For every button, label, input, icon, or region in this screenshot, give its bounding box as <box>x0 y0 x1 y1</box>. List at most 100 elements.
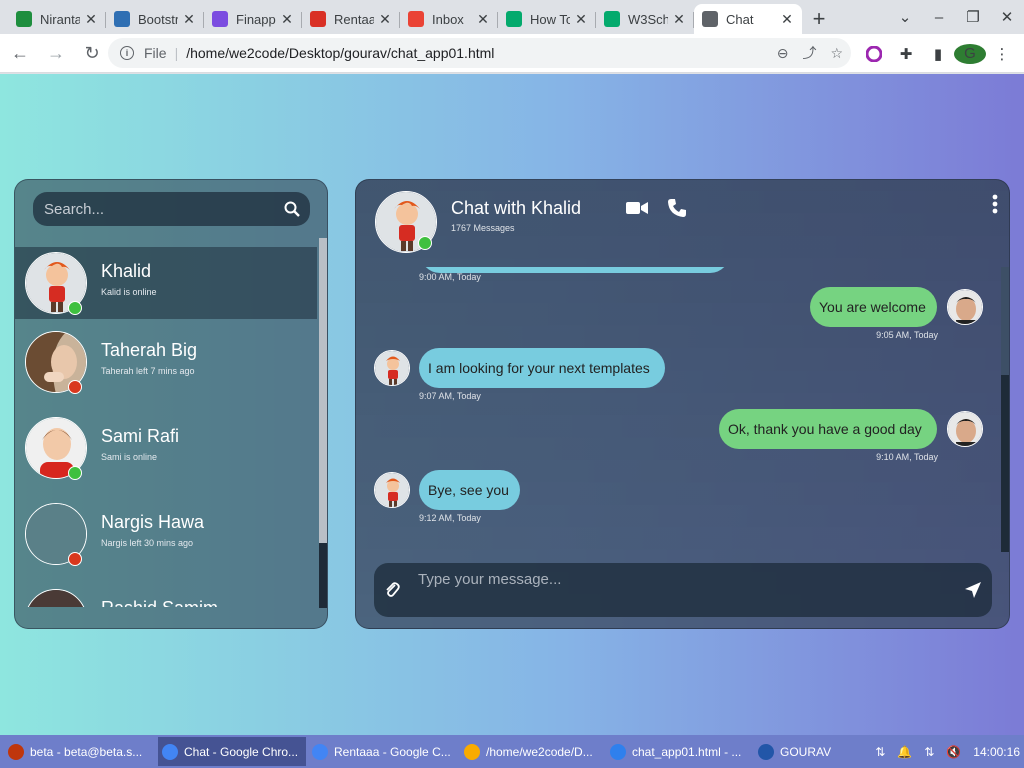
address-bar[interactable]: i File | /home/we2code/Desktop/gourav/ch… <box>108 38 851 68</box>
contact-item[interactable]: Khalid Kalid is online <box>15 247 317 319</box>
tab-close-icon[interactable]: ✕ <box>476 11 490 28</box>
tab-label: Chat <box>726 11 754 27</box>
app-icon <box>610 743 626 760</box>
volume-muted-icon[interactable]: 🔇 <box>946 745 961 759</box>
app-icon <box>758 743 774 760</box>
forward-button[interactable]: → <box>40 37 72 69</box>
site-info-icon[interactable]: i <box>120 46 134 60</box>
online-status-dot <box>68 466 82 480</box>
browser-tab[interactable]: Bootstrap✕ <box>106 4 204 34</box>
message-time: 9:05 AM, Today <box>876 330 938 340</box>
search-bar <box>33 192 310 226</box>
network-icon[interactable]: ⇅ <box>875 745 885 759</box>
contact-avatar <box>25 589 87 607</box>
profile-avatar[interactable]: G <box>954 43 986 64</box>
tab-close-icon[interactable]: ✕ <box>378 11 392 28</box>
tab-close-icon[interactable]: ✕ <box>780 11 794 28</box>
contact-item[interactable]: Taherah Big Taherah left 7 mins ago <box>15 319 317 405</box>
phone-call-icon[interactable] <box>667 198 687 218</box>
message-time: 9:10 AM, Today <box>876 452 938 462</box>
close-window-button[interactable]: ✕ <box>990 8 1024 26</box>
offline-status-dot <box>68 552 82 566</box>
chat-title: Chat with Khalid <box>451 198 582 218</box>
send-icon[interactable] <box>964 581 982 599</box>
notification-bell-icon[interactable]: 🔔 <box>897 745 912 759</box>
taskbar-item[interactable]: chat_app01.html - ... <box>606 737 752 766</box>
tab-search-icon[interactable]: ⌄ <box>888 8 922 26</box>
browser-tab[interactable]: Chat ✕ <box>694 4 802 34</box>
tab-label: How To <box>530 11 570 27</box>
browser-tab[interactable]: Finapp ✕ <box>204 4 302 34</box>
browser-tab[interactable]: How To ✕ <box>498 4 596 34</box>
contact-status: Nargis left 30 mins ago <box>101 538 194 548</box>
search-icon[interactable] <box>284 201 300 217</box>
tab-close-icon[interactable]: ✕ <box>672 11 686 28</box>
tab-favicon-icon <box>114 11 130 27</box>
message-count: 1767 Messages <box>451 223 515 233</box>
contact-item[interactable]: Rashid Samim <box>15 577 317 607</box>
tab-close-icon[interactable]: ✕ <box>574 11 588 28</box>
tab-favicon-icon <box>604 11 620 27</box>
extensions-area: ✚ ▮ G ⋮ <box>858 34 1018 73</box>
url-divider: | <box>174 45 179 61</box>
tab-close-icon[interactable]: ✕ <box>280 11 294 28</box>
tab-close-icon[interactable]: ✕ <box>182 11 196 28</box>
message-time: 9:12 AM, Today <box>419 513 481 523</box>
page-content: KhalidKalid is onlineTaherah BigTaherah … <box>0 74 1024 735</box>
reload-button[interactable]: ↻ <box>76 37 108 69</box>
taskbar-item-label: Chat - Google Chro... <box>184 744 299 759</box>
browser-tab[interactable]: Niranta ✕ <box>8 4 106 34</box>
taskbar-item[interactable]: Chat - Google Chro... <box>158 737 306 766</box>
online-status-dot <box>418 236 432 250</box>
network-secondary-icon[interactable]: ⇅ <box>924 745 934 759</box>
online-status-dot <box>68 301 82 315</box>
zoom-icon[interactable]: ⊖ <box>777 45 789 62</box>
browser-tab[interactable]: W3Schools✕ <box>596 4 694 34</box>
more-options-icon[interactable] <box>992 194 998 214</box>
tab-label: Niranta <box>40 11 80 27</box>
tab-close-icon[interactable]: ✕ <box>84 11 98 28</box>
user-avatar <box>947 411 983 447</box>
browser-tab[interactable]: Rentaaa✕ <box>302 4 400 34</box>
message-time: 9:00 AM, Today <box>419 272 481 282</box>
search-input[interactable] <box>44 200 274 218</box>
contacts-scrollbar[interactable] <box>319 238 327 608</box>
browser-tab[interactable]: Inbox ✕ <box>400 4 498 34</box>
contact-message-avatar <box>374 350 410 386</box>
app-icon <box>8 743 24 760</box>
bookmark-star-icon[interactable]: ☆ <box>830 45 843 62</box>
tab-favicon-icon <box>408 11 424 27</box>
contact-item[interactable]: Sami Rafi Sami is online <box>15 405 317 491</box>
tab-label: Rentaaa <box>334 11 374 27</box>
sent-message-bubble: You are welcome <box>810 287 937 327</box>
url-text[interactable]: /home/we2code/Desktop/gourav/chat_app01.… <box>186 45 494 61</box>
message-composer <box>374 563 992 617</box>
back-button[interactable]: ← <box>4 37 36 69</box>
taskbar: ⇅ 🔔 ⇅ 🔇 14:00:16 beta - beta@beta.s... Ch… <box>0 735 1024 768</box>
share-icon[interactable]: ⤴ <box>802 43 816 63</box>
contact-name: Rashid Samim <box>101 598 218 607</box>
app-icon <box>162 743 178 760</box>
minimize-button[interactable]: – <box>922 9 956 26</box>
message-input[interactable] <box>418 571 958 615</box>
side-panel-icon[interactable]: ▮ <box>922 45 954 63</box>
taskbar-item[interactable]: GOURAV <box>754 737 834 766</box>
taskbar-item-label: GOURAV <box>780 744 832 759</box>
messages-scrollbar[interactable] <box>1001 267 1009 552</box>
restore-button[interactable]: ❐ <box>956 8 990 26</box>
clock[interactable]: 14:00:16 <box>973 745 1020 759</box>
taskbar-item[interactable]: /home/we2code/D... <box>460 737 602 766</box>
new-tab-button[interactable]: + <box>802 4 836 34</box>
tab-favicon-icon <box>16 11 32 27</box>
contact-item[interactable]: Nargis Hawa Nargis left 30 mins ago <box>15 491 317 577</box>
paperclip-icon[interactable] <box>384 581 400 599</box>
video-call-icon[interactable] <box>626 200 648 216</box>
taskbar-item[interactable]: beta - beta@beta.s... <box>4 737 156 766</box>
taskbar-item-label: /home/we2code/D... <box>486 744 593 759</box>
tab-label: Inbox <box>432 11 464 27</box>
menu-kebab-icon[interactable]: ⋮ <box>986 45 1018 63</box>
color-extension-icon[interactable] <box>858 45 890 62</box>
taskbar-item[interactable]: Rentaaa - Google C... <box>308 737 456 766</box>
taskbar-item-label: Rentaaa - Google C... <box>334 744 451 759</box>
puzzle-extensions-icon[interactable]: ✚ <box>890 45 922 63</box>
